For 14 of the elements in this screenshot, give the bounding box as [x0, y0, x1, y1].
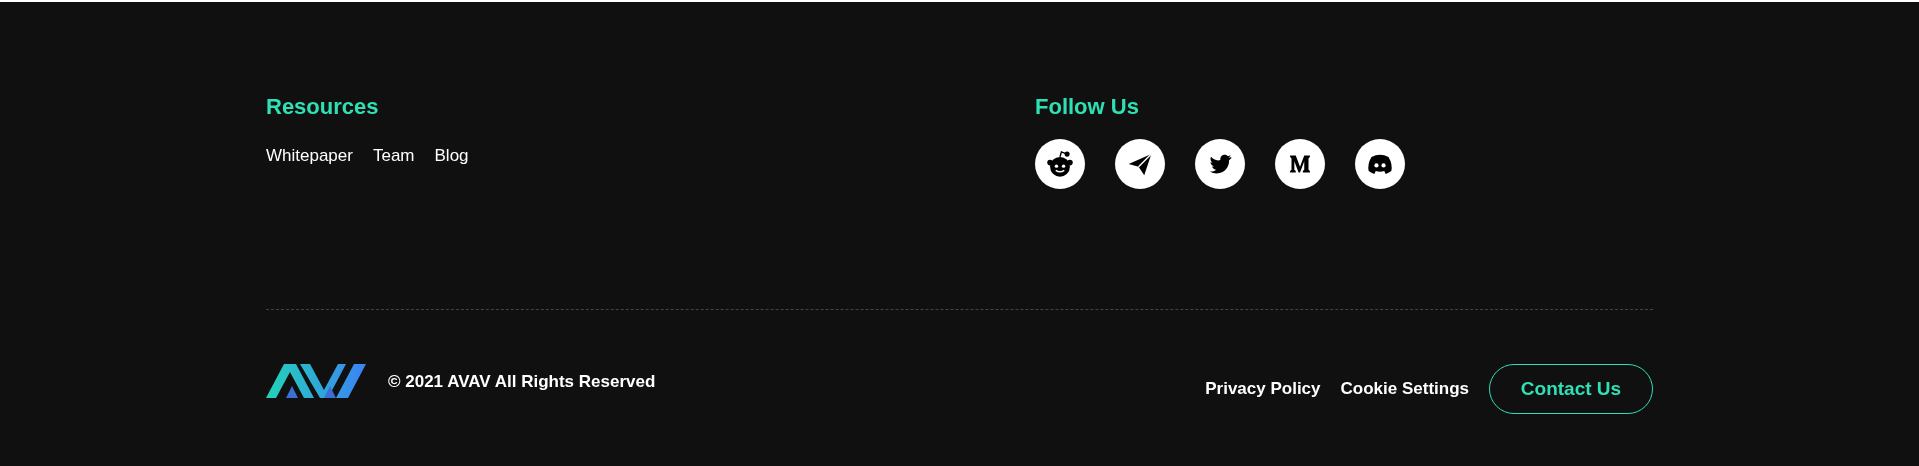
discord-icon[interactable]: [1355, 139, 1405, 189]
footer-link[interactable]: Privacy Policy: [1205, 376, 1321, 402]
contact-button[interactable]: Contact Us: [1489, 364, 1653, 414]
bird-icon[interactable]: [1195, 139, 1245, 189]
footer-link[interactable]: Whitepaper: [266, 143, 353, 169]
medium-m-icon[interactable]: [1275, 139, 1325, 189]
footer-link[interactable]: Team: [372, 143, 415, 169]
copyright-text: © 2021 AVAV All Rights Reserved: [388, 371, 656, 394]
footer-link[interactable]: Cookie Settings: [1340, 376, 1469, 402]
reddit-icon[interactable]: [1035, 139, 1085, 189]
footer-link[interactable]: Blog: [434, 143, 469, 169]
paper-plane-icon[interactable]: [1115, 139, 1165, 189]
section-heading: Follow Us: [1035, 93, 1140, 121]
section-heading: Resources: [266, 93, 380, 121]
